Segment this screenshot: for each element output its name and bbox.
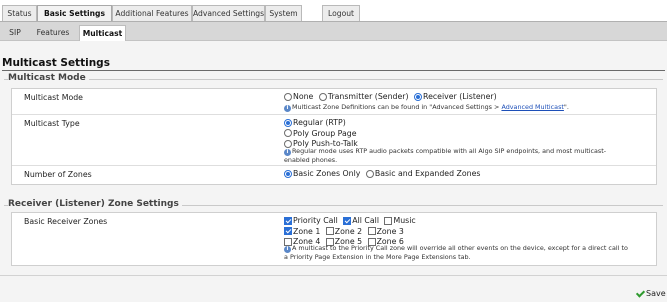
radio-selected-icon bbox=[414, 92, 422, 101]
top-tab-bar: Status Basic Settings Additional Feature… bbox=[0, 0, 667, 23]
info-icon: i bbox=[284, 246, 291, 253]
receiver-zones-panel: Basic Receiver Zones Priority Call All C… bbox=[11, 212, 657, 266]
info-icon: i bbox=[284, 149, 291, 156]
number-of-zones-label: Number of Zones bbox=[24, 170, 92, 179]
footer-rule bbox=[0, 275, 667, 276]
checkbox-icon bbox=[367, 227, 376, 235]
section-title-multicast-mode: Multicast Mode bbox=[8, 73, 89, 83]
save-button[interactable]: Save bbox=[635, 288, 666, 300]
radio-zones-basic[interactable]: Basic Zones Only bbox=[284, 169, 360, 178]
section-rule bbox=[4, 79, 663, 80]
radio-icon bbox=[365, 169, 374, 178]
radio-type-regular[interactable]: Regular (RTP) bbox=[284, 118, 346, 127]
radio-mode-receiver[interactable]: Receiver (Listener) bbox=[414, 92, 497, 101]
subtab-multicast[interactable]: Multicast bbox=[79, 25, 126, 41]
checkbox-priority-call[interactable]: Priority Call bbox=[284, 216, 338, 225]
checkbox-checked-icon bbox=[284, 227, 292, 235]
tab-logout[interactable]: Logout bbox=[322, 5, 360, 22]
multicast-mode-options: None Transmitter (Sender) Receiver (List… bbox=[284, 92, 500, 103]
content-area: Multicast Settings Multicast Mode Multic… bbox=[0, 41, 667, 302]
radio-type-poly-group-page[interactable]: Poly Group Page bbox=[284, 129, 357, 138]
basic-receiver-zones-label: Basic Receiver Zones bbox=[24, 217, 108, 226]
title-rule bbox=[2, 70, 665, 71]
checkbox-icon bbox=[325, 227, 334, 235]
checkbox-zone-1[interactable]: Zone 1 bbox=[284, 227, 320, 236]
receiver-zones-info: iA multicast to the Priority Call zone w… bbox=[284, 244, 628, 261]
page-title: Multicast Settings bbox=[2, 57, 110, 69]
subtab-sip[interactable]: SIP bbox=[3, 25, 27, 41]
radio-zones-expanded[interactable]: Basic and Expanded Zones bbox=[365, 169, 480, 178]
advanced-multicast-link[interactable]: Advanced Multicast bbox=[501, 103, 563, 111]
checkmark-icon bbox=[635, 289, 644, 297]
checkbox-zone-2[interactable]: Zone 2 bbox=[325, 227, 362, 236]
checkbox-checked-icon bbox=[284, 216, 292, 225]
checkbox-zone-3[interactable]: Zone 3 bbox=[367, 227, 404, 236]
number-of-zones-options: Basic Zones Only Basic and Expanded Zone… bbox=[284, 169, 483, 180]
checkbox-checked-icon bbox=[343, 216, 352, 225]
radio-icon bbox=[284, 129, 292, 137]
multicast-type-info: i Regular mode uses RTP audio packets com… bbox=[284, 147, 607, 164]
radio-selected-icon bbox=[284, 118, 292, 127]
section-title-receiver-zones: Receiver (Listener) Zone Settings bbox=[8, 199, 182, 209]
radio-mode-none[interactable]: None bbox=[284, 92, 313, 101]
multicast-type-options: Regular (RTP) Poly Group Page Poly Push-… bbox=[284, 118, 361, 150]
tab-status[interactable]: Status bbox=[2, 5, 37, 22]
tab-system[interactable]: System bbox=[265, 5, 302, 22]
radio-selected-icon bbox=[284, 169, 292, 178]
radio-icon bbox=[284, 92, 292, 101]
multicast-type-label: Multicast Type bbox=[24, 119, 80, 128]
info-icon: i bbox=[284, 105, 291, 112]
subtab-features[interactable]: Features bbox=[33, 25, 73, 41]
checkbox-icon bbox=[384, 216, 393, 225]
radio-icon bbox=[318, 92, 327, 101]
checkbox-music[interactable]: Music bbox=[384, 216, 416, 225]
multicast-mode-label: Multicast Mode bbox=[24, 93, 83, 102]
basic-receiver-zones-options: Priority Call All Call Music Zone 1 Zone… bbox=[284, 216, 419, 248]
tab-additional-features[interactable]: Additional Features bbox=[112, 5, 192, 22]
row-separator bbox=[12, 114, 656, 115]
sub-tab-bar: SIP Features Multicast bbox=[0, 22, 667, 41]
checkbox-all-call[interactable]: All Call bbox=[343, 216, 379, 225]
radio-mode-transmitter[interactable]: Transmitter (Sender) bbox=[318, 92, 409, 101]
tab-advanced-settings[interactable]: Advanced Settings bbox=[192, 5, 265, 22]
multicast-mode-info: i Multicast Zone Definitions can be found… bbox=[284, 103, 569, 112]
row-separator bbox=[12, 165, 656, 166]
multicast-mode-panel: Multicast Mode None Transmitter (Sender)… bbox=[11, 88, 657, 185]
